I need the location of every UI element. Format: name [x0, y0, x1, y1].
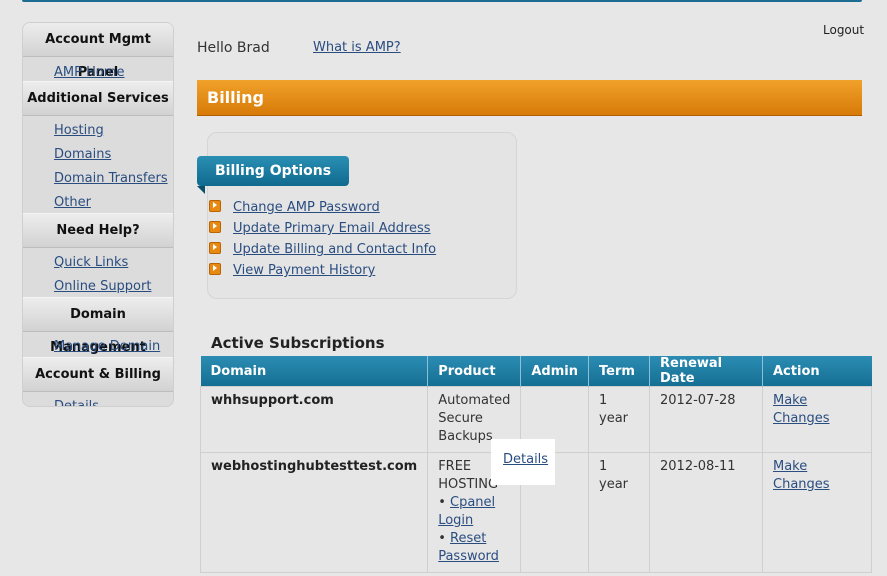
option-update-billing: Update Billing and Contact Info [209, 241, 436, 262]
product-line: Automated [438, 393, 511, 408]
cell-renewal: 2012-07-28 [649, 386, 763, 453]
what-is-amp-link[interactable]: What is AMP? [313, 40, 401, 55]
make-changes-link[interactable]: Make Changes [773, 393, 830, 426]
sidebar-section-account-mgmt: Account Mgmt Panel [23, 23, 173, 80]
column-action: Action [762, 356, 872, 387]
change-amp-password-link[interactable]: Change AMP Password [233, 200, 380, 215]
update-email-link[interactable]: Update Primary Email Address [233, 221, 431, 236]
option-update-email: Update Primary Email Address [209, 220, 436, 241]
option-payment-history: View Payment History [209, 262, 436, 283]
cell-term: 1 year [588, 452, 650, 573]
billing-title-bar: Billing [197, 80, 862, 116]
arrow-right-icon [209, 263, 221, 275]
product-label: FREE HOSTING [438, 459, 499, 492]
arrow-right-icon [209, 221, 221, 233]
sidebar-section-need-help: Need Help? [23, 213, 173, 248]
cell-action: Make Changes [762, 452, 872, 573]
top-bar [0, 0, 887, 4]
sidebar-link-hosting[interactable]: Hosting [23, 119, 173, 143]
billing-title: Billing [207, 88, 264, 107]
column-product: Product [427, 356, 522, 387]
make-changes-link[interactable]: Make Changes [773, 459, 830, 492]
sidebar-section-account-billing: Account & Billing [23, 357, 173, 392]
cell-renewal: 2012-08-11 [649, 452, 763, 573]
admin-details-link[interactable]: Details [503, 452, 548, 467]
sidebar-section-additional-services: Additional Services [23, 81, 173, 116]
greeting: Hello Brad [197, 40, 270, 56]
cell-domain: webhostinghubtesttest.com [199, 452, 429, 573]
sidebar: Account Mgmt Panel AMP Home Additional S… [22, 22, 174, 407]
sidebar-link-manage-domain[interactable]: Manage Domain [23, 335, 173, 359]
cell-term: 1 year [588, 386, 650, 453]
reset-password-link[interactable]: Reset Password [438, 531, 499, 564]
billing-options-list: Change AMP Password Update Primary Email… [209, 199, 436, 283]
sidebar-link-online-support[interactable]: Online Support [23, 275, 173, 299]
arrow-right-icon [209, 242, 221, 254]
sidebar-link-other[interactable]: Other [23, 191, 173, 215]
product-line: Secure [438, 411, 483, 426]
sidebar-link-quick-links[interactable]: Quick Links [23, 251, 173, 275]
billing-options-heading: Billing Options [197, 156, 349, 186]
view-payment-history-link[interactable]: View Payment History [233, 263, 375, 278]
arrow-right-icon [209, 200, 221, 212]
column-renewal-date: Renewal Date [649, 356, 763, 387]
sidebar-section-domain-management: Domain Management [23, 297, 173, 355]
column-admin: Admin [520, 356, 589, 387]
sidebar-link-details[interactable]: Details [23, 395, 173, 406]
option-change-password: Change AMP Password [209, 199, 436, 220]
cpanel-login-link[interactable]: Cpanel Login [438, 495, 495, 528]
active-subscriptions-title: Active Subscriptions [211, 334, 385, 352]
column-term: Term [588, 356, 650, 387]
column-domain: Domain [200, 356, 429, 387]
sidebar-link-domains[interactable]: Domains [23, 143, 173, 167]
logout-link[interactable]: Logout [823, 23, 864, 37]
cell-action: Make Changes [762, 386, 872, 453]
top-bar-accent [22, 0, 862, 2]
sidebar-link-domain-transfers[interactable]: Domain Transfers [23, 167, 173, 191]
cell-domain: whhsupport.com [199, 386, 429, 453]
heading-fold [197, 186, 205, 194]
update-billing-contact-link[interactable]: Update Billing and Contact Info [233, 242, 436, 257]
